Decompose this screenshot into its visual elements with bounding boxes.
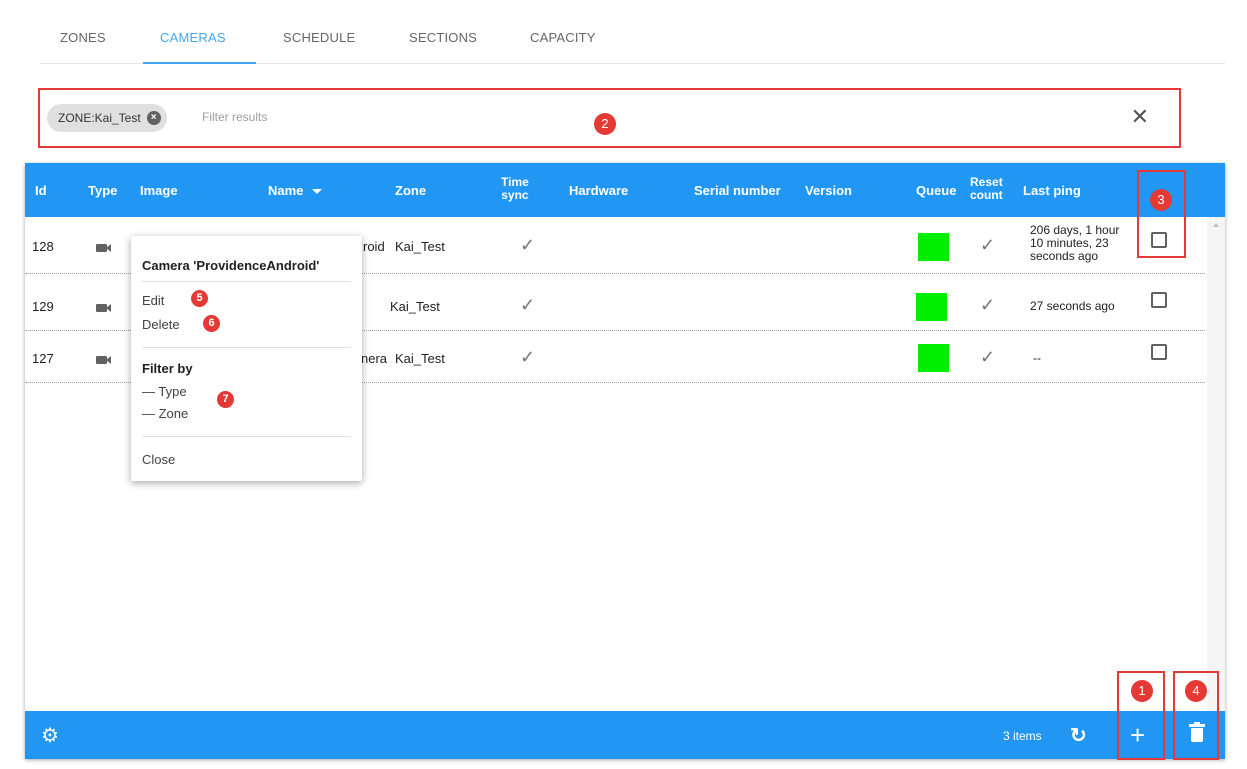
row-select-checkbox[interactable] [1151, 344, 1167, 360]
annotation-badge-3: 3 [1150, 189, 1172, 211]
annotation-box-3 [1137, 170, 1186, 258]
menu-item-delete[interactable]: Delete [142, 317, 180, 332]
active-tab-indicator [143, 62, 256, 64]
chip-label: ZONE:Kai_Test [58, 111, 141, 125]
col-header-time-sync-line1: Time [501, 175, 529, 189]
queue-status-indicator [918, 233, 949, 261]
annotation-badge-2: 2 [594, 113, 616, 135]
video-camera-icon [96, 356, 111, 364]
col-header-time-sync[interactable]: Time sync [501, 176, 529, 202]
cell-id: 128 [32, 239, 54, 254]
cell-last-ping: -- [1033, 351, 1041, 365]
col-header-name-label: Name [268, 183, 304, 198]
menu-divider [142, 436, 351, 437]
tab-zones[interactable]: ZONES [60, 30, 106, 45]
cell-id: 127 [32, 351, 54, 366]
col-header-reset-line1: Reset [970, 175, 1003, 189]
camera-context-menu: Camera 'ProvidenceAndroid' Edit Delete F… [131, 236, 362, 481]
vertical-scrollbar[interactable] [1207, 217, 1225, 711]
col-header-image: Image [140, 183, 178, 198]
menu-item-filter-type[interactable]: — Type [142, 384, 187, 399]
col-header-zone[interactable]: Zone [395, 183, 426, 198]
reset-count-check-icon: ✓ [980, 235, 996, 255]
menu-filter-by-heading: Filter by [142, 361, 193, 376]
annotation-badge-4: 4 [1185, 680, 1207, 702]
table-header: Id Type Image Name Zone Time sync Hardwa… [25, 163, 1225, 217]
time-sync-check-icon: ✓ [520, 235, 536, 255]
reset-count-check-icon: ✓ [980, 347, 996, 367]
tab-schedule[interactable]: SCHEDULE [283, 30, 355, 45]
reset-count-check-icon: ✓ [980, 295, 996, 315]
cell-last-ping: 206 days, 1 hour 10 minutes, 23 seconds … [1030, 224, 1119, 263]
col-header-type[interactable]: Type [88, 183, 117, 198]
cell-id: 129 [32, 299, 54, 314]
tab-cameras[interactable]: CAMERAS [160, 30, 226, 45]
video-camera-icon [96, 304, 111, 312]
queue-status-indicator [916, 293, 947, 321]
video-camera-icon [96, 244, 111, 252]
menu-item-edit[interactable]: Edit [142, 293, 164, 308]
cell-zone: Kai_Test [395, 239, 445, 254]
col-header-reset-line2: count [970, 188, 1003, 202]
tab-sections[interactable]: SECTIONS [409, 30, 477, 45]
table-footer: ⚙ 3 items ↻ + [25, 711, 1225, 759]
row-select-checkbox[interactable] [1151, 292, 1167, 308]
queue-status-indicator [918, 344, 949, 372]
col-header-hardware[interactable]: Hardware [569, 183, 628, 198]
col-header-version[interactable]: Version [805, 183, 852, 198]
col-header-id[interactable]: Id [35, 183, 47, 198]
cell-zone: Kai_Test [390, 299, 440, 314]
cell-last-ping: 27 seconds ago [1030, 299, 1115, 313]
annotation-badge-1: 1 [1131, 680, 1153, 702]
col-header-serial[interactable]: Serial number [694, 183, 781, 198]
time-sync-check-icon: ✓ [520, 347, 536, 367]
time-sync-check-icon: ✓ [520, 295, 536, 315]
last-ping-line2: 10 minutes, 23 [1030, 236, 1109, 250]
cell-zone: Kai_Test [395, 351, 445, 366]
scroll-up-arrow-icon[interactable] [1213, 223, 1219, 227]
zone-filter-chip[interactable]: ZONE:Kai_Test × [47, 104, 167, 132]
cell-name: roid [363, 239, 385, 254]
chip-remove-icon[interactable]: × [146, 111, 161, 125]
refresh-icon[interactable]: ↻ [1070, 723, 1087, 748]
annotation-badge-7: 7 [217, 391, 234, 408]
menu-divider [142, 347, 351, 348]
menu-item-close[interactable]: Close [142, 452, 175, 467]
tab-capacity[interactable]: CAPACITY [530, 30, 596, 45]
menu-item-filter-zone[interactable]: — Zone [142, 406, 188, 421]
items-count: 3 items [1003, 729, 1042, 743]
annotation-badge-6: 6 [203, 315, 220, 332]
close-icon[interactable]: ✕ [1131, 106, 1149, 128]
col-header-time-sync-line2: sync [501, 188, 529, 202]
last-ping-line1: 206 days, 1 hour [1030, 223, 1120, 237]
menu-divider [142, 281, 351, 282]
col-header-reset-count[interactable]: Reset count [970, 176, 1003, 202]
tab-bar: ZONES CAMERAS SCHEDULE SECTIONS CAPACITY [40, 16, 1225, 64]
annotation-badge-5: 5 [191, 290, 208, 307]
sort-desc-icon [312, 189, 323, 195]
context-menu-title: Camera 'ProvidenceAndroid' [142, 258, 320, 273]
cell-name: nera [361, 351, 388, 366]
filter-input[interactable] [202, 110, 602, 124]
last-ping-line3: seconds ago [1030, 249, 1099, 263]
col-header-last-ping[interactable]: Last ping [1023, 183, 1081, 198]
gear-icon[interactable]: ⚙ [41, 726, 59, 746]
col-header-queue[interactable]: Queue [916, 183, 956, 198]
col-header-name[interactable]: Name [268, 183, 323, 198]
